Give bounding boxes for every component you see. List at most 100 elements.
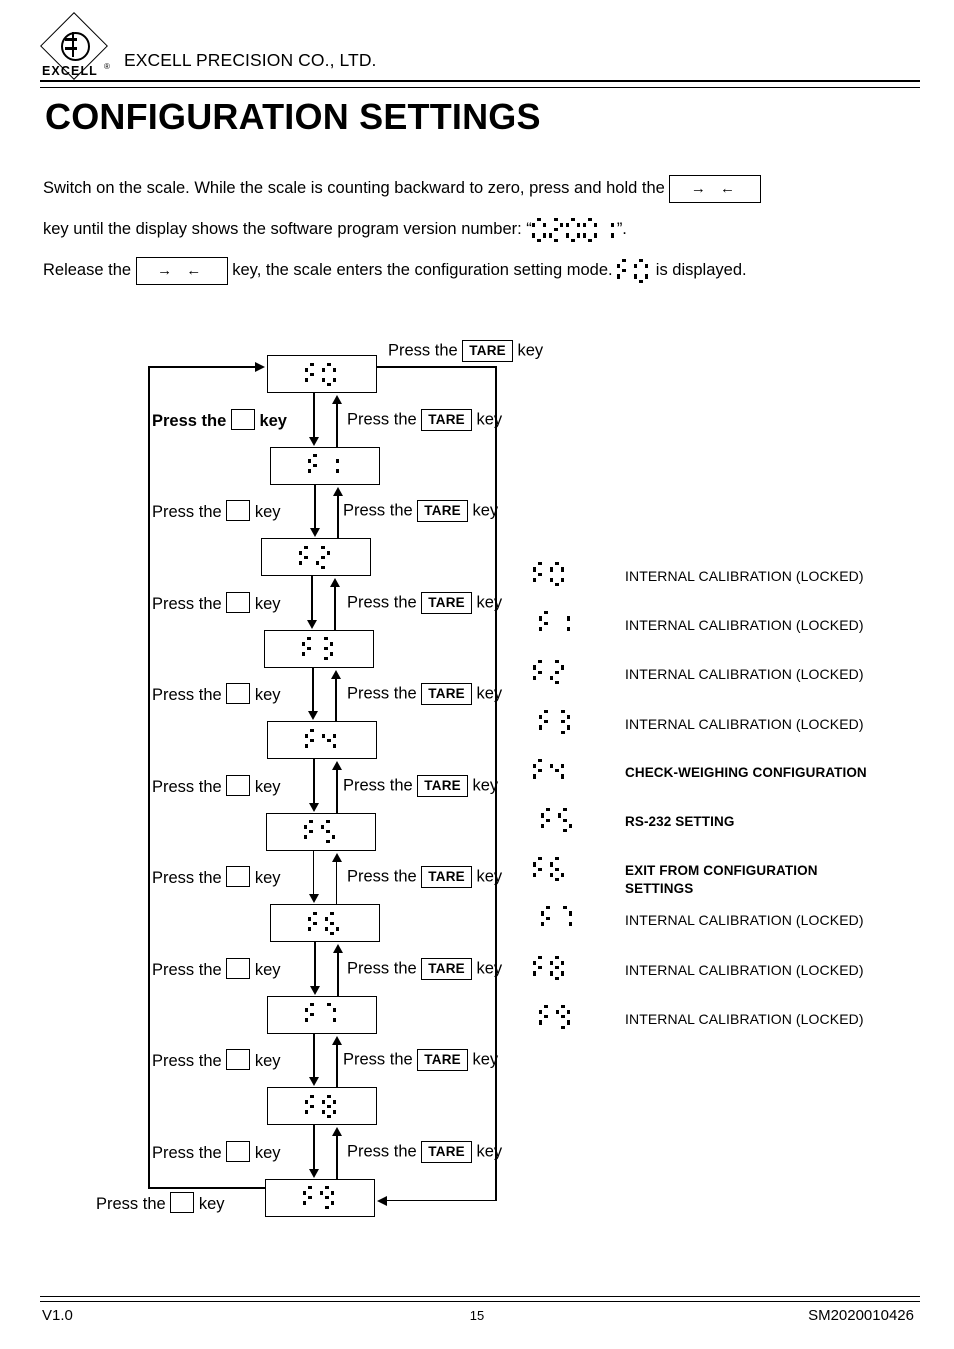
blank-key-button[interactable] <box>226 1049 251 1071</box>
blank-key-button[interactable] <box>226 866 251 888</box>
flow-top-tare-label: Press the TARE key <box>388 340 543 362</box>
blank-key-button[interactable] <box>226 774 251 796</box>
seven-segment-digit <box>303 1186 317 1209</box>
seven-segment-digit <box>531 217 546 242</box>
registered-trademark-symbol: ® <box>104 62 110 71</box>
seven-segment-digit <box>305 1003 319 1026</box>
seven-segment-digit <box>533 758 547 783</box>
seven-segment-digit <box>533 562 547 586</box>
state-box-f7 <box>267 995 377 1034</box>
key-text: key <box>467 1050 499 1069</box>
left-press-key-label-6: Press the key <box>152 957 281 980</box>
seven-segment-digit <box>550 562 564 586</box>
left-press-key-label-4: Press the key <box>152 774 281 797</box>
seven-segment-digit <box>539 709 553 734</box>
blank-key-button[interactable] <box>226 500 251 522</box>
up-arrow-line-5 <box>335 860 338 904</box>
left-press-key-label-3: Press the key <box>152 683 281 705</box>
seven-segment-digit <box>305 1094 319 1118</box>
key-text: key <box>250 594 281 613</box>
tare-key-button[interactable]: TARE <box>421 591 472 614</box>
tare-key-button[interactable]: TARE <box>417 774 468 797</box>
left-press-key-label-5: Press the key <box>152 866 281 888</box>
legend-code-f2 <box>533 660 567 685</box>
right-rail-vertical <box>495 366 497 1201</box>
state-code-display <box>299 545 333 569</box>
up-arrow-line-0 <box>336 403 338 447</box>
seven-segment-digit <box>556 1004 570 1029</box>
left-press-key-label-8: Press the key <box>152 1140 281 1163</box>
seven-segment-digit <box>550 857 564 882</box>
press-the-text: Press the <box>152 1143 227 1162</box>
tare-key-button[interactable]: TARE <box>421 866 472 889</box>
tare-key-button[interactable]: TARE <box>421 957 472 980</box>
blank-key-button[interactable] <box>226 683 251 705</box>
logo-mark-bar-bottom <box>65 47 77 50</box>
left-press-key-label-1: Press the key <box>152 500 281 522</box>
key-text: key <box>194 1194 225 1213</box>
seven-segment-digit <box>533 955 547 980</box>
down-arrow-head-8 <box>308 1168 319 1178</box>
tare-key-button[interactable]: TARE <box>421 1140 472 1163</box>
state-box-f1 <box>270 446 380 485</box>
right-press-tare-label-8: Press the TARE key <box>347 1140 502 1163</box>
seven-segment-digit <box>550 660 564 685</box>
press-the-text: Press the <box>347 867 422 886</box>
legend-description-f2: INTERNAL CALIBRATION (LOCKED) <box>625 666 864 683</box>
legend-description-f0: INTERNAL CALIBRATION (LOCKED) <box>625 568 864 584</box>
right-rail-arrow-head <box>377 1195 387 1206</box>
state-box-f6 <box>270 904 380 942</box>
blank-key-button[interactable] <box>226 1140 251 1162</box>
key-text: key <box>250 686 281 705</box>
key-text: key <box>467 501 499 520</box>
press-the-text: Press the <box>347 593 422 612</box>
legend-description-f5: RS-232 SETTING <box>625 814 735 829</box>
tare-key-button[interactable]: TARE <box>421 683 472 706</box>
tare-key-button[interactable]: TARE <box>417 500 468 523</box>
up-arrow-head-0 <box>331 395 342 404</box>
legend-code-f7 <box>541 906 575 930</box>
tare-key-button[interactable]: TARE <box>417 1049 468 1072</box>
page-title: CONFIGURATION SETTINGS <box>45 96 541 137</box>
press-the-text: Press the <box>347 959 422 978</box>
blank-key-button[interactable] <box>226 957 251 979</box>
press-the-text: Press the <box>343 1050 418 1069</box>
up-arrow-head-6 <box>332 944 343 953</box>
key-text: key <box>250 777 281 796</box>
intro-line-2-text: key until the display shows the software… <box>43 220 532 238</box>
seven-segment-digit <box>550 759 564 783</box>
right-press-tare-label-3: Press the TARE key <box>347 683 503 706</box>
f0-display-inline <box>617 250 651 291</box>
intro-paragraph: Switch on the scale. While the scale is … <box>43 168 923 291</box>
header-divider <box>40 80 920 88</box>
blank-key-button[interactable] <box>226 591 251 613</box>
key-text: key <box>471 684 503 703</box>
down-arrow-head-7 <box>308 1077 319 1086</box>
press-the-text: Press the <box>152 594 227 613</box>
seven-segment-digit <box>533 660 547 684</box>
state-box-f5 <box>266 812 376 851</box>
seven-segment-digit <box>541 906 555 930</box>
tare-key-button[interactable]: TARE <box>462 340 513 362</box>
seven-segment-digit <box>541 808 555 832</box>
press-the-text: Press the <box>152 411 231 430</box>
state-box-f8 <box>267 1087 377 1125</box>
seven-segment-digit <box>322 729 336 752</box>
arrow-key-button-1[interactable]: → ← <box>669 174 762 203</box>
down-arrow-line-2 <box>311 576 313 621</box>
blank-key-button[interactable] <box>230 408 255 430</box>
seven-segment-digit <box>539 1004 553 1029</box>
state-box-f3 <box>264 629 374 668</box>
document-page: EXCELL ® EXCELL PRECISION CO., LTD. CONF… <box>0 0 954 1349</box>
blank-key-button[interactable] <box>170 1191 195 1213</box>
seven-segment-digit <box>558 808 572 832</box>
tare-key-button[interactable]: TARE <box>421 408 472 431</box>
state-code-display <box>308 911 342 935</box>
state-box-f4 <box>267 721 377 759</box>
right-press-tare-label-5: Press the TARE key <box>347 866 502 889</box>
legend-code-f3 <box>539 709 573 734</box>
arrow-key-button-2[interactable]: → ← <box>135 256 228 285</box>
legend-code-f4 <box>533 758 567 783</box>
key-text: key <box>471 593 503 612</box>
press-the-text: Press the <box>347 1142 422 1161</box>
